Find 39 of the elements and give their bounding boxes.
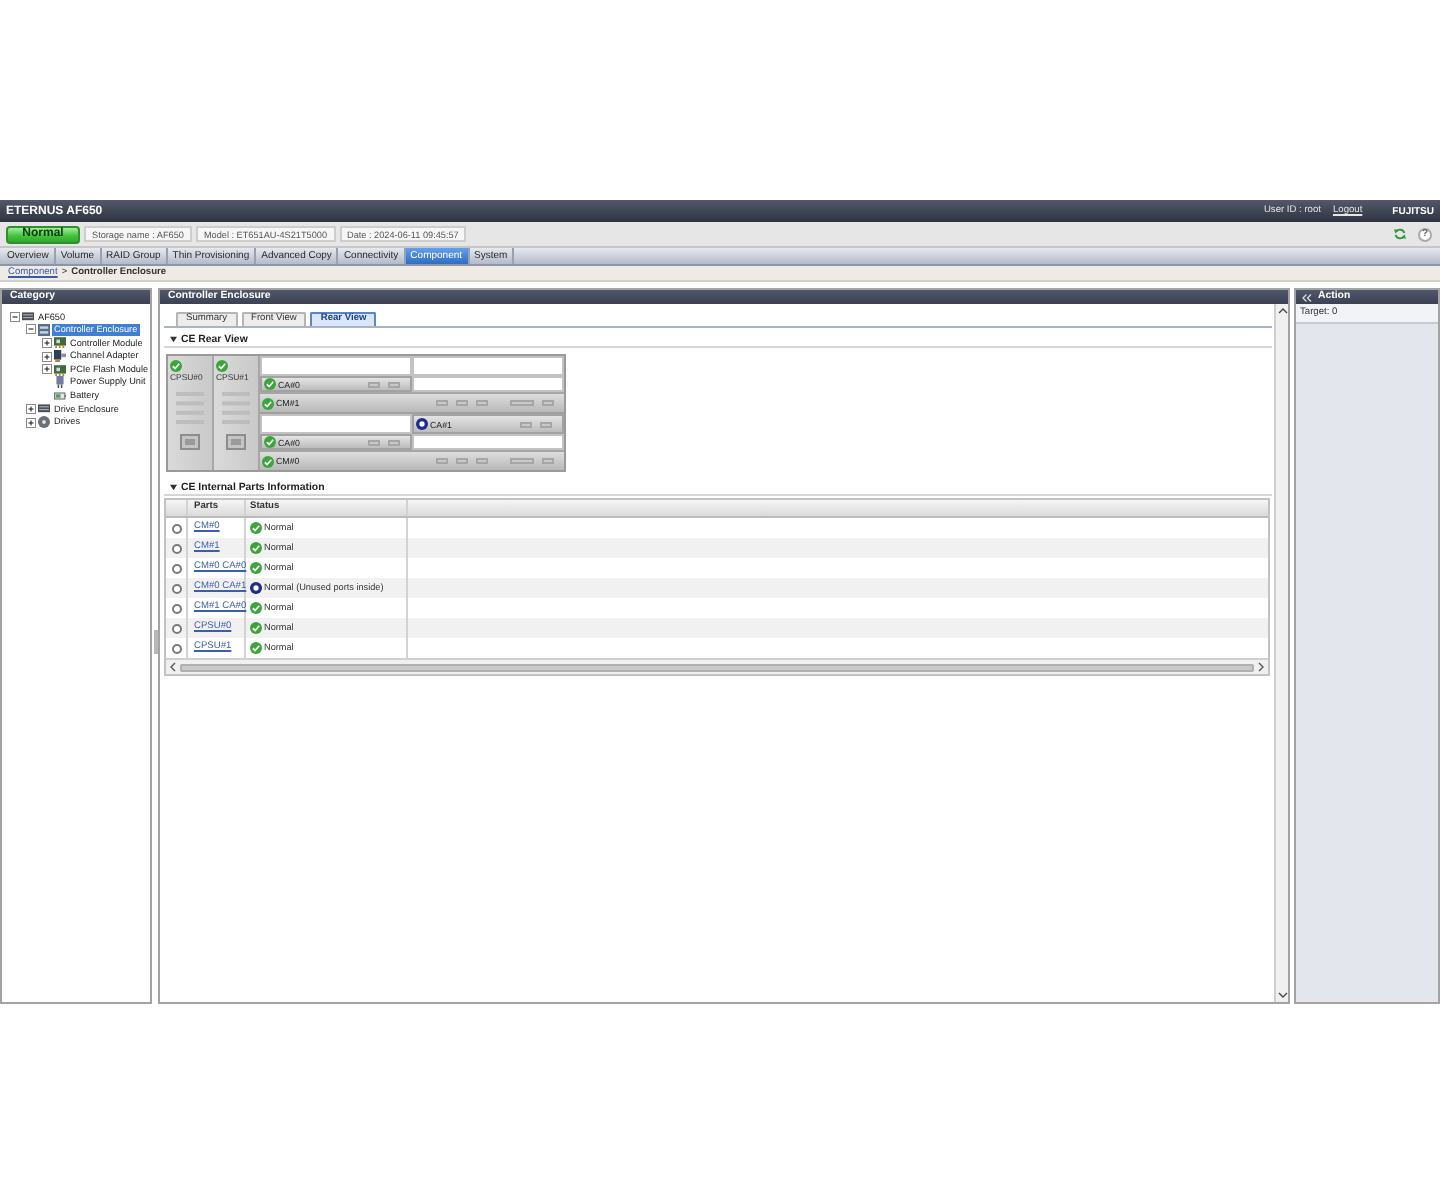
chevron-left-icon[interactable] (170, 662, 176, 672)
battery-icon (54, 389, 66, 402)
radio-button[interactable] (171, 523, 181, 533)
expand-toggle-icon[interactable] (42, 351, 52, 362)
enclosure-icon (38, 323, 50, 336)
expand-toggle-icon[interactable] (42, 364, 52, 375)
vent-grille-icon (222, 392, 250, 424)
radio-button[interactable] (171, 583, 181, 593)
radio-button[interactable] (171, 643, 181, 653)
vent-grille-icon (176, 392, 204, 424)
radio-button[interactable] (171, 563, 181, 573)
circuit-board-icon (54, 363, 66, 376)
collapse-toggle-icon[interactable] (26, 324, 36, 335)
expand-toggle-icon[interactable] (42, 337, 52, 348)
radio-button[interactable] (171, 623, 181, 633)
connector-icon (226, 434, 246, 450)
splitter-handle[interactable] (153, 630, 157, 654)
scrollbar-thumb[interactable] (180, 663, 1254, 671)
triangle-down-icon[interactable] (170, 483, 177, 491)
collapse-toggle-icon[interactable] (10, 311, 20, 322)
chevron-down-icon[interactable] (1277, 992, 1287, 998)
triangle-down-icon[interactable] (170, 335, 177, 343)
circuit-board-icon (54, 336, 66, 349)
adapter-card-icon (54, 350, 66, 363)
chevron-right-icon[interactable] (1258, 662, 1264, 672)
chevron-up-icon[interactable] (1277, 308, 1287, 314)
plug-icon (54, 376, 66, 389)
disk-icon (38, 416, 50, 429)
expand-toggle-icon[interactable] (26, 417, 36, 428)
radio-button[interactable] (171, 543, 181, 553)
vertical-scrollbar[interactable] (1274, 304, 1288, 1002)
server-rack-icon (22, 310, 34, 323)
expand-toggle-icon[interactable] (26, 403, 36, 414)
connector-icon (180, 434, 200, 450)
radio-button[interactable] (171, 603, 181, 613)
refresh-icon[interactable] (1394, 228, 1406, 240)
double-chevron-icon[interactable] (1302, 293, 1312, 301)
server-rack-icon (38, 402, 50, 415)
horizontal-scrollbar[interactable] (166, 658, 1268, 674)
